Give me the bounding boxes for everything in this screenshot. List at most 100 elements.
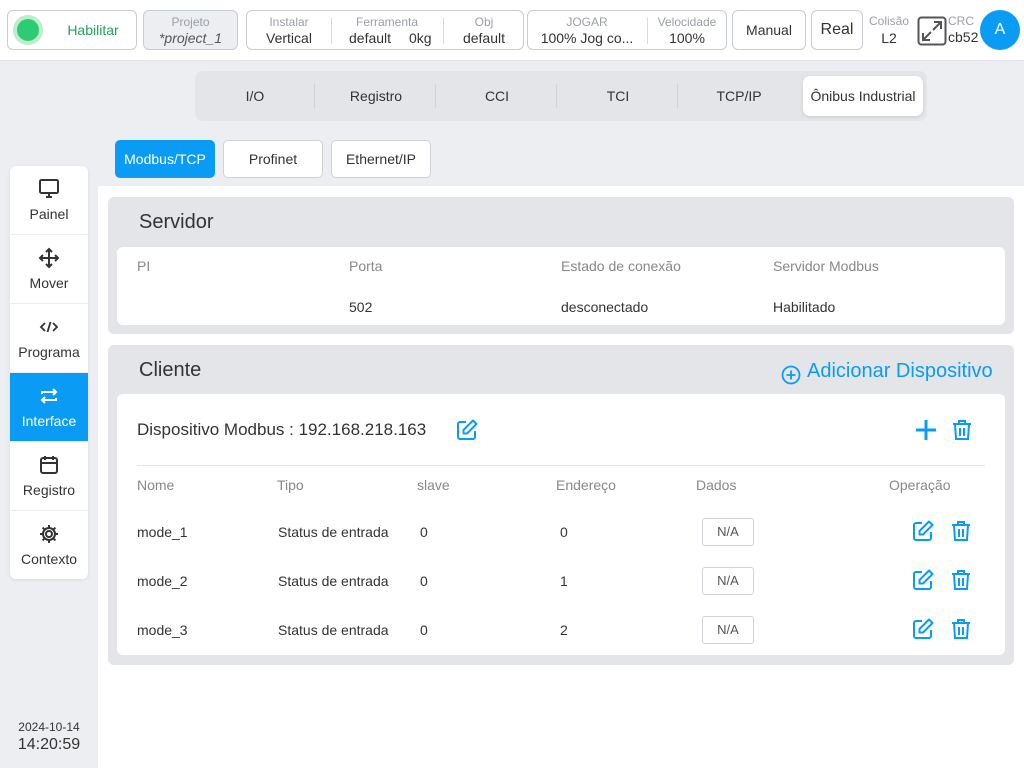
user-avatar[interactable]: A (980, 10, 1020, 50)
status-led-icon (17, 19, 39, 41)
add-device-label: Adicionar Dispositivo (807, 360, 993, 382)
col-header-data: Dados (696, 477, 737, 493)
sidebar-item-label: Painel (29, 206, 69, 222)
speed-caption: Velocidade (657, 15, 717, 29)
manual-label: Manual (746, 22, 792, 38)
sidebar-nav: Painel Mover Programa Interface Registro (10, 166, 88, 579)
row-address: 1 (560, 573, 568, 589)
row-slave: 0 (420, 622, 428, 638)
sidebar-item-label: Programa (18, 344, 80, 360)
sidebar-item-programa[interactable]: Programa (10, 304, 88, 373)
jog-speed-panel[interactable]: JOGAR 100% Jog co... Velocidade 100% (527, 10, 727, 50)
sidebar-item-label: Registro (22, 482, 76, 498)
row-name: mode_1 (137, 524, 188, 540)
subtab-bar: Modbus/TCP Profinet Ethernet/IP (98, 131, 1024, 186)
delete-icon[interactable] (949, 519, 973, 543)
col-header-name: Nome (137, 477, 175, 493)
top-bar: Habilitar Projeto *project_1 Instalar Ve… (0, 0, 1024, 61)
manual-mode-button[interactable]: Manual (732, 10, 806, 50)
obj-value: default (462, 30, 506, 46)
project-caption: Projeto (171, 15, 210, 29)
row-data-field[interactable]: N/A (702, 616, 754, 644)
row-type: Status de entrada (278, 573, 389, 589)
enable-label: Habilitar (67, 22, 119, 38)
code-icon (39, 321, 59, 333)
sidebar-item-registro[interactable]: Registro (10, 442, 88, 511)
edit-device-icon[interactable] (455, 418, 479, 442)
subtab-modbus-tcp[interactable]: Modbus/TCP (115, 140, 215, 178)
server-state-value: desconectado (561, 299, 649, 315)
row-data-field[interactable]: N/A (702, 518, 754, 546)
add-circle-icon (781, 365, 801, 385)
collision-value: L2 (881, 30, 897, 46)
sidebar-item-label: Contexto (20, 551, 78, 567)
sidebar-item-painel[interactable]: Painel (10, 166, 88, 235)
real-mode-button[interactable]: Real (811, 10, 863, 50)
edit-icon[interactable] (911, 568, 935, 592)
crc-indicator: CRC cb52 (948, 14, 978, 45)
tab-io[interactable]: I/O (195, 76, 315, 116)
tab-tcp-ip[interactable]: TCP/IP (679, 76, 799, 116)
row-address: 2 (560, 622, 568, 638)
tab-cci[interactable]: CCI (437, 76, 557, 116)
row-type: Status de entrada (278, 622, 389, 638)
row-name: mode_2 (137, 573, 188, 589)
divider (137, 465, 985, 466)
row-name: mode_3 (137, 622, 188, 638)
expand-icon[interactable] (917, 16, 947, 46)
tab-registro[interactable]: Registro (316, 76, 436, 116)
collision-indicator[interactable]: Colisão L2 (867, 14, 911, 46)
row-address: 0 (560, 524, 568, 540)
calendar-icon (40, 456, 58, 474)
tab-strip: I/O Registro CCI TCI TCP/IP Ônibus Indus… (98, 61, 1024, 131)
project-indicator[interactable]: Projeto *project_1 (143, 10, 238, 50)
sidebar-item-label: Interface (21, 413, 77, 429)
enable-button[interactable]: Habilitar (7, 10, 137, 50)
device-title: Dispositivo Modbus : 192.168.218.163 (137, 420, 427, 439)
time-text: 14:20:59 (17, 736, 81, 753)
obj-caption: Obj (474, 15, 494, 29)
server-header-ip: PI (137, 258, 151, 274)
server-modbus-value: Habilitado (773, 299, 836, 315)
collision-caption: Colisão (868, 14, 910, 28)
delete-icon[interactable] (949, 568, 973, 592)
delete-icon[interactable] (949, 617, 973, 641)
subtab-profinet[interactable]: Profinet (223, 140, 323, 178)
row-slave: 0 (420, 524, 428, 540)
delete-device-icon[interactable] (950, 418, 974, 442)
install-caption: Instalar (269, 15, 309, 29)
server-header-modbus: Servidor Modbus (773, 258, 879, 274)
server-card: PI Porta Estado de conexão Servidor Modb… (117, 247, 1005, 325)
tab-industrial-bus[interactable]: Ônibus Industrial (803, 76, 923, 116)
move-arrows-icon (38, 247, 60, 269)
edit-icon[interactable] (911, 519, 935, 543)
sidebar-item-label: Mover (29, 275, 69, 291)
tab-tci[interactable]: TCI (558, 76, 678, 116)
row-data-field[interactable]: N/A (702, 567, 754, 595)
speed-value: 100% (669, 30, 705, 46)
crc-value: cb52 (948, 29, 979, 45)
tool-value: default (349, 30, 392, 46)
col-header-slave: slave (417, 477, 450, 493)
col-header-address: Endereço (556, 477, 616, 493)
swap-arrows-icon (40, 388, 58, 404)
jog-caption: JOGAR (566, 15, 608, 29)
tab-bar: I/O Registro CCI TCI TCP/IP Ônibus Indus… (195, 71, 927, 121)
edit-icon[interactable] (911, 617, 935, 641)
clock: 2024-10-14 14:20:59 (10, 720, 88, 754)
sidebar-item-interface[interactable]: Interface (10, 373, 88, 442)
col-header-operation: Operação (889, 477, 951, 493)
sidebar-item-mover[interactable]: Mover (10, 235, 88, 304)
sidebar-item-contexto[interactable]: Contexto (10, 511, 88, 579)
gear-icon (40, 525, 58, 543)
server-port-value: 502 (349, 299, 373, 315)
client-panel: Cliente Adicionar Dispositivo Dispositiv… (108, 345, 1014, 665)
install-value: Vertical (266, 30, 312, 46)
real-label: Real (820, 21, 854, 38)
jog-value: 100% Jog co... (540, 30, 634, 46)
subtab-ethernet-ip[interactable]: Ethernet/IP (331, 140, 431, 178)
add-register-icon[interactable] (914, 418, 938, 442)
client-title: Cliente (139, 359, 202, 381)
install-tool-obj-panel[interactable]: Instalar Vertical Ferramenta default 0kg… (246, 10, 524, 50)
server-panel: Servidor PI Porta Estado de conexão Serv… (108, 197, 1014, 334)
